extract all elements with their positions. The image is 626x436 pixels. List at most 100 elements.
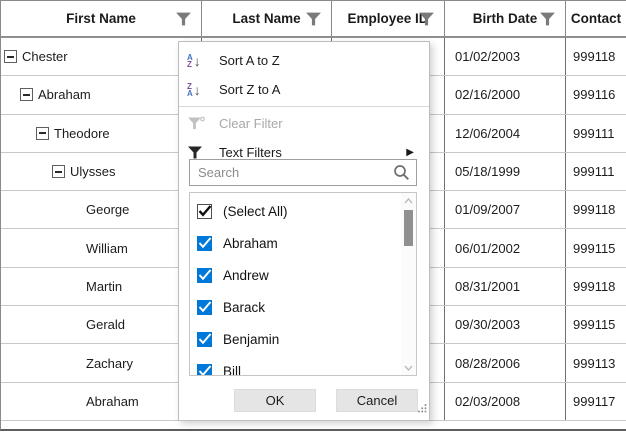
filter-list-item[interactable]: (Select All) xyxy=(190,195,401,227)
scrollbar-thumb[interactable] xyxy=(404,210,413,246)
filter-list-item[interactable]: Barack xyxy=(190,291,401,323)
checkbox-label: Andrew xyxy=(223,268,269,283)
checkbox[interactable] xyxy=(197,236,212,251)
filter-menu: AZ↓ Sort A to Z ZA↓ Sort Z to A Clear xyxy=(179,42,429,167)
checkbox-label: (Select All) xyxy=(223,204,288,219)
filter-list-item[interactable]: Andrew xyxy=(190,259,401,291)
menu-item-label: Sort A to Z xyxy=(219,53,280,68)
contact-cell: 999116 xyxy=(566,76,626,113)
filter-funnel-icon[interactable] xyxy=(539,11,556,30)
contact-cell: 999111 xyxy=(566,153,626,190)
contact-cell: 999118 xyxy=(566,191,626,228)
checkbox[interactable] xyxy=(197,268,212,283)
contact-cell: 999113 xyxy=(566,344,626,381)
first-name-text: George xyxy=(86,202,129,217)
first-name-cell: Gerald xyxy=(1,306,202,343)
search-input[interactable] xyxy=(190,160,393,185)
menu-item-clear-filter[interactable]: Clear Filter xyxy=(179,109,429,138)
first-name-cell: Chester xyxy=(1,38,202,75)
menu-item-label: Text Filters xyxy=(219,145,282,160)
first-name-text: Chester xyxy=(22,49,68,64)
contact-cell: 999115 xyxy=(566,306,626,343)
column-header-birth-date[interactable]: Birth Date xyxy=(445,1,566,36)
contact-cell: 999111 xyxy=(566,115,626,152)
filter-list-item[interactable]: Abraham xyxy=(190,227,401,259)
contact-cell: 999118 xyxy=(566,38,626,75)
checkbox-label: Barack xyxy=(223,300,265,315)
column-header-first-name[interactable]: First Name xyxy=(1,1,202,36)
checkbox-label: Bill xyxy=(223,364,241,376)
birth-date-cell: 01/02/2003 xyxy=(445,38,566,75)
first-name-text: Zachary xyxy=(86,356,133,371)
treegrid-screen: First Name Last Name Employee ID Birth D… xyxy=(0,0,626,436)
menu-item-label: Clear Filter xyxy=(219,116,283,131)
first-name-cell: Theodore xyxy=(1,115,202,152)
first-name-cell: George xyxy=(1,191,202,228)
funnel-icon xyxy=(187,145,213,160)
magnifier-icon[interactable] xyxy=(393,164,410,181)
column-header-last-name[interactable]: Last Name xyxy=(202,1,332,36)
contact-cell: 999118 xyxy=(566,268,626,305)
filter-list-item[interactable]: Bill xyxy=(190,355,401,375)
first-name-text: Abraham xyxy=(38,87,91,102)
collapse-expander-icon[interactable] xyxy=(36,127,49,140)
grid-header-row: First Name Last Name Employee ID Birth D… xyxy=(1,1,626,38)
first-name-text: Theodore xyxy=(54,126,110,141)
filter-checklist: (Select All) Abraham Andrew Barack Benja… xyxy=(189,192,417,376)
first-name-cell: Zachary xyxy=(1,344,202,381)
column-header-label: Birth Date xyxy=(473,11,538,26)
checkbox[interactable] xyxy=(197,364,212,376)
sort-a-to-z-icon: AZ↓ xyxy=(187,54,213,68)
first-name-text: William xyxy=(86,241,128,256)
checkbox[interactable] xyxy=(197,300,212,315)
birth-date-cell: 05/18/1999 xyxy=(445,153,566,190)
birth-date-cell: 09/30/2003 xyxy=(445,306,566,343)
first-name-cell: Ulysses xyxy=(1,153,202,190)
birth-date-cell: 06/01/2002 xyxy=(445,229,566,266)
birth-date-cell: 08/31/2001 xyxy=(445,268,566,305)
column-header-employee-id[interactable]: Employee ID xyxy=(332,1,445,36)
column-header-label: Contact xyxy=(571,11,621,26)
checkbox[interactable] xyxy=(197,204,212,219)
menu-separator xyxy=(179,106,429,107)
scroll-up-icon[interactable] xyxy=(401,193,416,208)
column-header-contact[interactable]: Contact xyxy=(566,1,626,36)
checklist-items: (Select All) Abraham Andrew Barack Benja… xyxy=(190,193,401,375)
column-header-label: Employee ID xyxy=(347,11,428,26)
right-arrow-icon: ▶ xyxy=(406,147,421,158)
scrollbar[interactable] xyxy=(401,193,416,375)
filter-funnel-icon[interactable] xyxy=(175,11,192,30)
filter-funnel-icon[interactable] xyxy=(418,11,435,30)
menu-item-sort-z-to-a[interactable]: ZA↓ Sort Z to A xyxy=(179,75,429,104)
birth-date-cell: 08/28/2006 xyxy=(445,344,566,381)
menu-item-label: Sort Z to A xyxy=(219,82,280,97)
filter-list-item[interactable]: Benjamin xyxy=(190,323,401,355)
collapse-expander-icon[interactable] xyxy=(52,165,65,178)
filter-funnel-icon[interactable] xyxy=(305,11,322,30)
first-name-text: Gerald xyxy=(86,317,125,332)
first-name-text: Ulysses xyxy=(70,164,116,179)
search-box xyxy=(189,159,417,186)
birth-date-cell: 02/16/2000 xyxy=(445,76,566,113)
sort-z-to-a-icon: ZA↓ xyxy=(187,83,213,97)
filter-popup: AZ↓ Sort A to Z ZA↓ Sort Z to A Clear xyxy=(178,41,430,421)
checkbox-label: Benjamin xyxy=(223,332,279,347)
contact-cell: 999117 xyxy=(566,383,626,420)
ok-button[interactable]: OK xyxy=(234,389,316,412)
birth-date-cell: 01/09/2007 xyxy=(445,191,566,228)
first-name-cell: William xyxy=(1,229,202,266)
first-name-cell: Abraham xyxy=(1,383,202,420)
cancel-button[interactable]: Cancel xyxy=(336,389,418,412)
first-name-text: Martin xyxy=(86,279,122,294)
contact-cell: 999115 xyxy=(566,229,626,266)
resize-grip-icon[interactable] xyxy=(417,400,427,418)
checkbox[interactable] xyxy=(197,332,212,347)
collapse-expander-icon[interactable] xyxy=(20,88,33,101)
first-name-cell: Martin xyxy=(1,268,202,305)
collapse-expander-icon[interactable] xyxy=(4,50,17,63)
column-header-label: First Name xyxy=(66,11,136,26)
birth-date-cell: 12/06/2004 xyxy=(445,115,566,152)
scroll-down-icon[interactable] xyxy=(401,360,416,375)
menu-item-sort-a-to-z[interactable]: AZ↓ Sort A to Z xyxy=(179,46,429,75)
clear-filter-funnel-icon xyxy=(187,116,213,131)
